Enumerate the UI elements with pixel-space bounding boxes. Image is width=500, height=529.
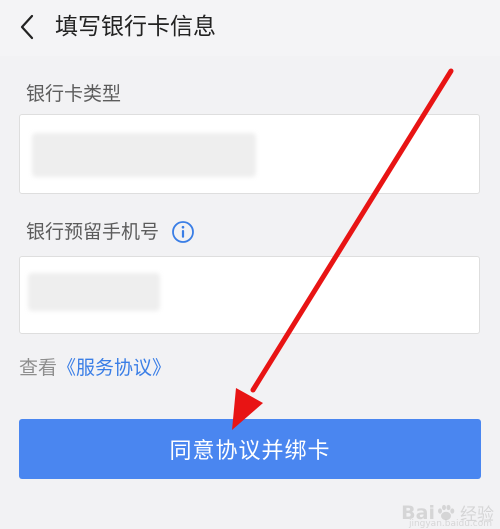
card-type-label-text: 银行卡类型 <box>26 83 122 105</box>
card-type-value-redacted <box>32 133 256 177</box>
agreement-prefix: 查看 <box>19 357 58 379</box>
phone-label: 银行预留手机号 <box>26 218 195 246</box>
card-type-field[interactable] <box>19 114 480 194</box>
info-icon[interactable] <box>171 220 195 244</box>
agree-and-bind-button-label: 同意协议并绑卡 <box>169 439 331 464</box>
phone-field[interactable] <box>19 256 480 334</box>
phone-label-text: 银行预留手机号 <box>26 221 160 243</box>
watermark-url: jingyan.baidu.com <box>408 519 492 529</box>
page-title: 填写银行卡信息 <box>55 14 216 40</box>
card-type-label: 银行卡类型 <box>26 80 121 108</box>
agreement-line: 查看《服务协议》 <box>19 354 171 382</box>
back-button[interactable] <box>12 12 42 42</box>
phone-value-redacted <box>28 273 160 311</box>
header-bar: 填写银行卡信息 <box>0 0 500 56</box>
chevron-left-icon <box>20 14 34 40</box>
service-agreement-link[interactable]: 《服务协议》 <box>57 357 171 379</box>
agree-and-bind-button[interactable]: 同意协议并绑卡 <box>19 419 481 479</box>
